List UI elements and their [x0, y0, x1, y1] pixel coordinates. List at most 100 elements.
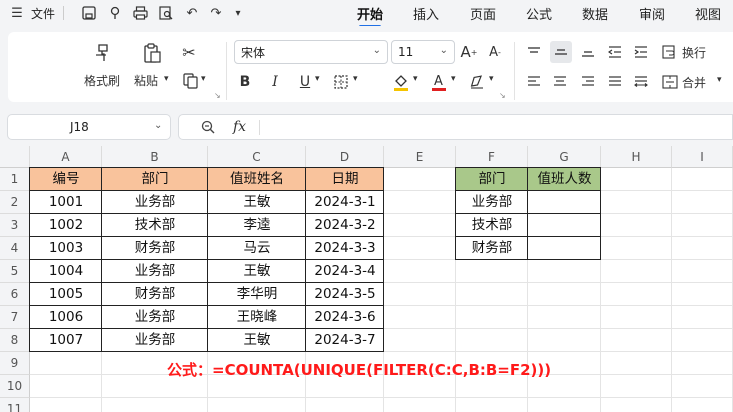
row-header-1[interactable]: 1: [0, 168, 30, 191]
paste-icon[interactable]: [139, 41, 165, 65]
cut-icon[interactable]: ✂: [178, 41, 200, 63]
border-icon[interactable]: [330, 72, 352, 92]
font-color-dropdown-icon[interactable]: ▾: [451, 74, 456, 84]
increase-indent-icon[interactable]: [631, 42, 651, 62]
paste-label[interactable]: 粘贴: [134, 72, 158, 89]
table-cell[interactable]: 业务部: [102, 191, 208, 214]
tab-home[interactable]: 开始: [357, 4, 383, 28]
font-color-icon[interactable]: A: [429, 70, 449, 94]
table-cell[interactable]: 马云: [208, 237, 306, 260]
menu-icon[interactable]: ☰: [8, 4, 26, 22]
table-cell[interactable]: 1002: [30, 214, 102, 237]
table-cell[interactable]: [528, 191, 601, 214]
column-header-d[interactable]: D: [306, 146, 384, 168]
row-header-6[interactable]: 6: [0, 283, 30, 306]
tab-page[interactable]: 页面: [470, 4, 496, 23]
table-header-cell[interactable]: 部门: [102, 168, 208, 191]
redo-icon[interactable]: ↷: [207, 4, 225, 22]
table-header-cell[interactable]: 编号: [30, 168, 102, 191]
table-cell[interactable]: 2024-3-3: [306, 237, 384, 260]
clear-format-icon[interactable]: [467, 72, 487, 92]
name-box[interactable]: J18 ⌄: [7, 114, 171, 140]
merge-label[interactable]: 合并: [682, 74, 706, 91]
column-header-i[interactable]: I: [672, 146, 733, 168]
formula-input[interactable]: fx: [178, 114, 733, 140]
table-cell[interactable]: 1004: [30, 260, 102, 283]
merge-cells-icon[interactable]: [660, 72, 680, 92]
wrap-text-label[interactable]: 换行: [682, 44, 706, 61]
table-cell[interactable]: [528, 237, 601, 260]
table-cell[interactable]: 1003: [30, 237, 102, 260]
wrap-text-icon[interactable]: [660, 42, 680, 62]
table-cell[interactable]: 财务部: [102, 283, 208, 306]
table-header-cell[interactable]: 值班姓名: [208, 168, 306, 191]
decrease-indent-icon[interactable]: [605, 42, 625, 62]
align-bottom-icon[interactable]: [578, 42, 598, 62]
table-cell[interactable]: 业务部: [102, 260, 208, 283]
row-header-4[interactable]: 4: [0, 237, 30, 260]
row-header-5[interactable]: 5: [0, 260, 30, 283]
table-cell[interactable]: 2024-3-4: [306, 260, 384, 283]
select-all-corner[interactable]: [0, 146, 30, 168]
table-header-cell[interactable]: 值班人数: [528, 168, 601, 191]
tab-view[interactable]: 视图: [695, 4, 721, 23]
table-cell[interactable]: 业务部: [102, 306, 208, 329]
align-left-icon[interactable]: [524, 72, 544, 92]
fill-color-icon[interactable]: [391, 70, 411, 94]
border-dropdown-icon[interactable]: ▾: [353, 74, 358, 84]
column-header-b[interactable]: B: [102, 146, 208, 168]
row-header-2[interactable]: 2: [0, 191, 30, 214]
function-icon[interactable]: fx: [233, 119, 246, 135]
table-cell[interactable]: 业务部: [102, 329, 208, 352]
increase-font-icon[interactable]: A +: [460, 42, 478, 62]
tab-insert[interactable]: 插入: [413, 4, 439, 23]
copy-icon[interactable]: [179, 70, 201, 92]
align-center-icon[interactable]: [550, 72, 570, 92]
align-right-icon[interactable]: [578, 72, 598, 92]
font-expand-icon[interactable]: ↘: [499, 91, 506, 100]
column-header-e[interactable]: E: [384, 146, 456, 168]
row-header-8[interactable]: 8: [0, 329, 30, 352]
font-size-select[interactable]: 11 ⌄: [391, 40, 455, 64]
row-header-10[interactable]: 10: [0, 375, 30, 398]
column-header-h[interactable]: H: [601, 146, 672, 168]
table-cell[interactable]: 1001: [30, 191, 102, 214]
more-dropdown-icon[interactable]: ▾: [231, 4, 245, 22]
spreadsheet-grid[interactable]: ABCDEFGHI 1 2 3 4 5 6 7 8 9 10 11 编号 部门 值班姓名 日期 1001 业务…: [0, 146, 733, 412]
table-cell[interactable]: 2024-3-7: [306, 329, 384, 352]
italic-icon[interactable]: I: [266, 72, 284, 92]
merge-dropdown-icon[interactable]: ▾: [717, 75, 722, 85]
table-cell[interactable]: 技术部: [102, 214, 208, 237]
table-cell[interactable]: 2024-3-2: [306, 214, 384, 237]
table-cell[interactable]: 李华明: [208, 283, 306, 306]
zoom-icon[interactable]: [201, 120, 215, 134]
decrease-font-icon[interactable]: A-: [486, 42, 504, 62]
table-cell[interactable]: 2024-3-6: [306, 306, 384, 329]
distributed-align-icon[interactable]: [631, 72, 651, 92]
format-painter-label[interactable]: 格式刷: [84, 72, 120, 89]
tab-review[interactable]: 审阅: [639, 4, 665, 23]
print-preview-icon[interactable]: [157, 4, 175, 22]
table-cell[interactable]: 1006: [30, 306, 102, 329]
table-cell[interactable]: 财务部: [456, 237, 528, 260]
table-cell[interactable]: 王敏: [208, 329, 306, 352]
format-painter-icon[interactable]: [90, 41, 116, 65]
print-icon[interactable]: [131, 4, 149, 22]
table-cell[interactable]: 李逵: [208, 214, 306, 237]
fill-color-dropdown-icon[interactable]: ▾: [413, 74, 418, 84]
row-header-7[interactable]: 7: [0, 306, 30, 329]
table-cell[interactable]: 2024-3-1: [306, 191, 384, 214]
save-icon[interactable]: [80, 4, 98, 22]
paste-dropdown-icon[interactable]: ▾: [164, 74, 169, 84]
row-header-9[interactable]: 9: [0, 352, 30, 375]
tab-formulas[interactable]: 公式: [526, 4, 552, 23]
table-cell[interactable]: 王晓峰: [208, 306, 306, 329]
tab-data[interactable]: 数据: [582, 4, 608, 23]
font-name-select[interactable]: 宋体 ⌄: [234, 40, 388, 64]
copy-dropdown-icon[interactable]: ▾: [201, 74, 206, 84]
table-cell[interactable]: 1007: [30, 329, 102, 352]
table-cell[interactable]: 王敏: [208, 191, 306, 214]
row-header-3[interactable]: 3: [0, 214, 30, 237]
undo-icon[interactable]: ↶: [183, 4, 201, 22]
column-header-f[interactable]: F: [456, 146, 528, 168]
